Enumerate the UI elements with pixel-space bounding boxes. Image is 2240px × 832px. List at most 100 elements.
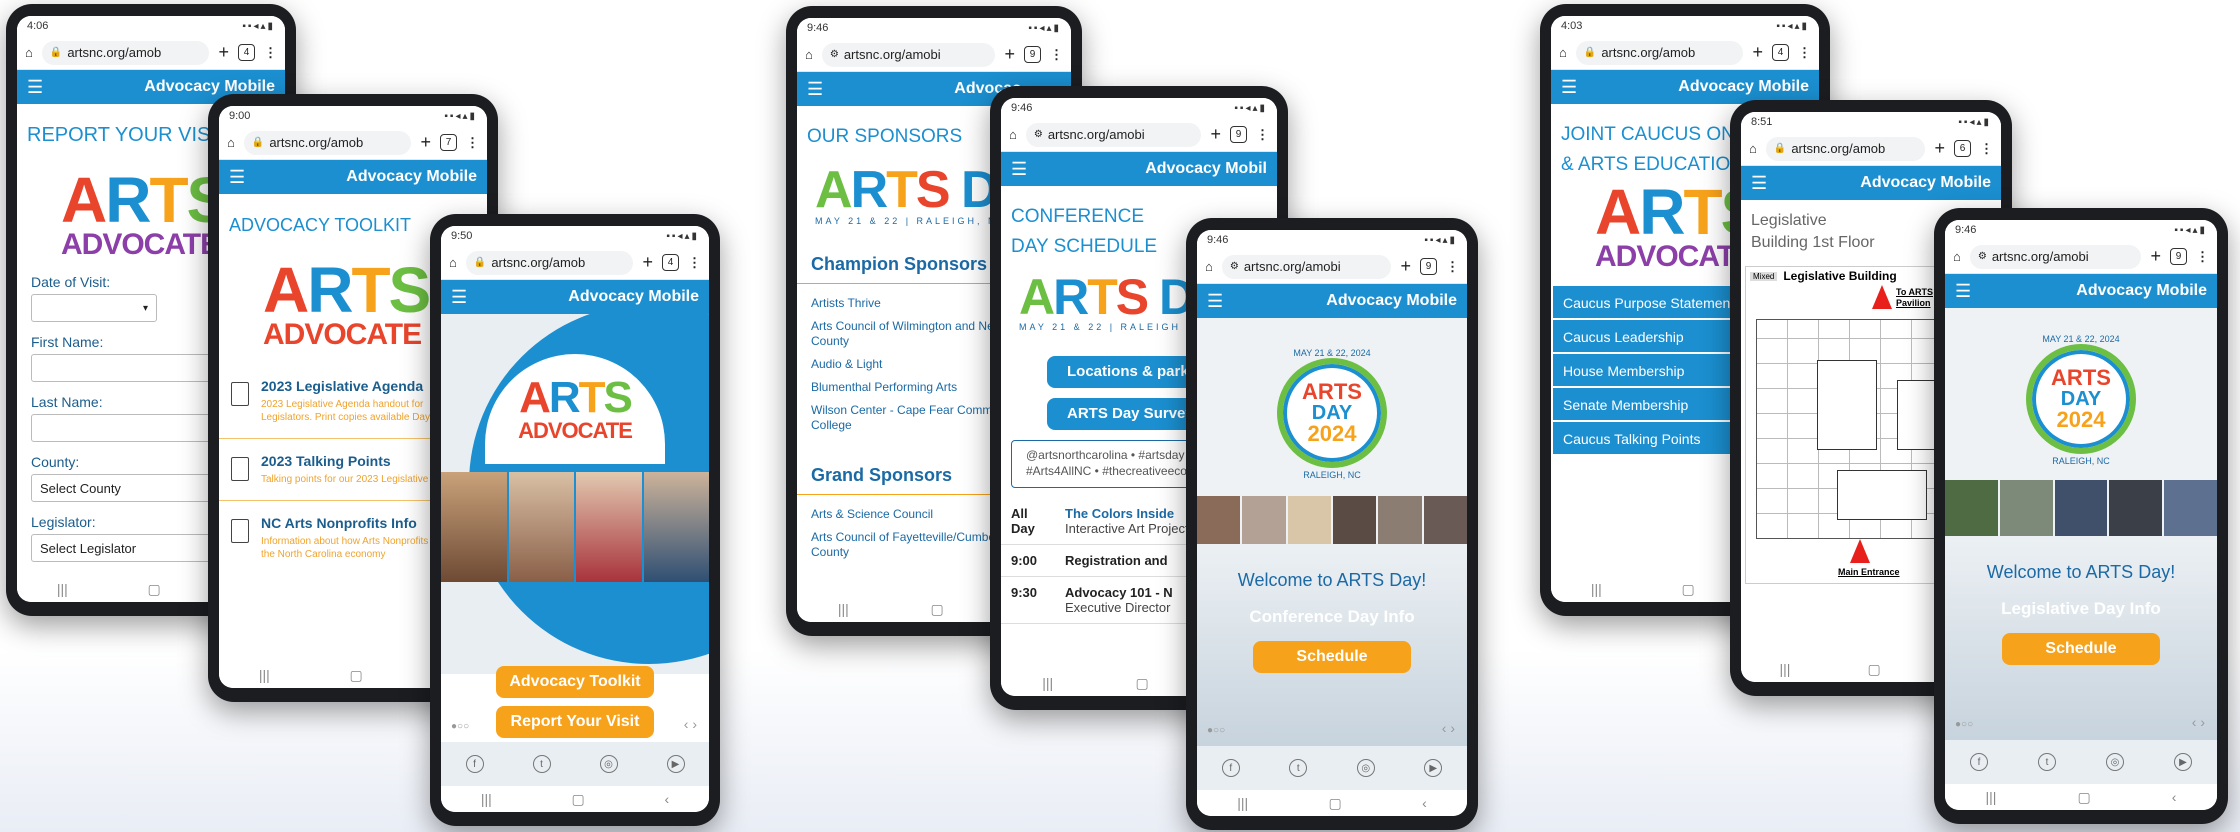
caucus-menu-item[interactable]: House Membership (1553, 354, 1731, 388)
recents-button[interactable]: ||| (1591, 581, 1602, 597)
home-icon[interactable]: ⌂ (1749, 141, 1757, 156)
new-tab-icon[interactable]: + (420, 132, 431, 153)
carousel-arrows[interactable]: ‹ › (1442, 720, 1455, 736)
home-button[interactable]: ▢ (1329, 795, 1342, 812)
recents-button[interactable]: ||| (481, 791, 492, 807)
youtube-icon[interactable]: ▶ (2174, 753, 2192, 771)
instagram-icon[interactable]: ◎ (599, 755, 618, 773)
home-icon[interactable]: ⌂ (25, 45, 33, 60)
url-field[interactable]: 🔒 artsnc.org/amob (243, 130, 412, 155)
caucus-menu-item[interactable]: Caucus Purpose Statement (1553, 286, 1734, 320)
carousel-dots[interactable]: ●○○ (451, 721, 469, 732)
more-menu-icon[interactable]: ⋮ (1446, 259, 1459, 275)
tab-count-icon[interactable]: 9 (2170, 248, 2187, 265)
twitter-icon[interactable]: t (532, 755, 551, 773)
tab-count-icon[interactable]: 9 (1420, 258, 1437, 275)
new-tab-icon[interactable]: + (218, 42, 229, 63)
url-field[interactable]: ⚙ artsnc.org/amobi (1969, 244, 2142, 269)
home-icon[interactable]: ⌂ (1009, 127, 1017, 142)
report-visit-button[interactable]: Report Your Visit (496, 706, 654, 738)
home-button[interactable]: ▢ (931, 601, 944, 618)
more-menu-icon[interactable]: ⋮ (466, 135, 479, 151)
home-button[interactable]: ▢ (572, 791, 585, 808)
more-menu-icon[interactable]: ⋮ (2196, 249, 2209, 265)
menu-icon[interactable]: ☰ (27, 77, 43, 98)
menu-icon[interactable]: ☰ (1955, 281, 1971, 302)
home-button[interactable]: ▢ (148, 581, 161, 598)
tab-count-icon[interactable]: 4 (238, 44, 255, 61)
schedule-button[interactable]: Schedule (1253, 641, 1411, 673)
carousel-dots[interactable]: ●○○ (1955, 719, 1973, 730)
tab-count-icon[interactable]: 9 (1024, 46, 1041, 63)
instagram-icon[interactable]: ◎ (1356, 759, 1375, 777)
new-tab-icon[interactable]: + (1752, 42, 1763, 63)
url-field[interactable]: ⚙ artsnc.org/amobi (1221, 254, 1392, 279)
menu-icon[interactable]: ☰ (229, 167, 245, 188)
recents-button[interactable]: ||| (1780, 661, 1791, 677)
new-tab-icon[interactable]: + (1210, 124, 1221, 145)
menu-icon[interactable]: ☰ (451, 287, 467, 308)
recents-button[interactable]: ||| (838, 601, 849, 617)
home-button[interactable]: ▢ (2077, 789, 2090, 806)
caucus-menu-item[interactable]: Senate Membership (1553, 388, 1731, 422)
facebook-icon[interactable]: f (1970, 753, 1988, 771)
instagram-icon[interactable]: ◎ (2106, 753, 2124, 771)
url-field[interactable]: ⚙ artsnc.org/amobi (821, 42, 996, 67)
caucus-menu-item[interactable]: Caucus Leadership (1553, 320, 1731, 354)
url-field[interactable]: 🔒 artsnc.org/amob (465, 250, 634, 275)
home-icon[interactable]: ⌂ (1953, 249, 1961, 264)
back-button[interactable]: ‹ (664, 791, 669, 807)
more-menu-icon[interactable]: ⋮ (1798, 45, 1811, 61)
home-icon[interactable]: ⌂ (805, 47, 813, 62)
date-field[interactable]: ▾ (31, 294, 157, 322)
more-menu-icon[interactable]: ⋮ (1050, 47, 1063, 63)
tab-count-icon[interactable]: 7 (440, 134, 457, 151)
recents-button[interactable]: ||| (1042, 675, 1053, 691)
menu-icon[interactable]: ☰ (807, 79, 823, 100)
twitter-icon[interactable]: t (1289, 759, 1308, 777)
new-tab-icon[interactable]: + (1004, 44, 1015, 65)
back-button[interactable]: ‹ (2172, 789, 2177, 805)
menu-icon[interactable]: ☰ (1751, 173, 1767, 194)
url-field[interactable]: 🔒 artsnc.org/amob (1575, 40, 1744, 65)
more-menu-icon[interactable]: ⋮ (1256, 127, 1269, 143)
facebook-icon[interactable]: f (465, 755, 484, 773)
url-field[interactable]: 🔒 artsnc.org/amob (1765, 136, 1926, 161)
schedule-button[interactable]: Schedule (2002, 633, 2160, 665)
carousel-arrows[interactable]: ‹ › (2192, 714, 2205, 730)
back-button[interactable]: ‹ (1422, 795, 1427, 811)
recents-button[interactable]: ||| (259, 667, 270, 683)
home-button[interactable]: ▢ (350, 667, 363, 684)
tab-count-icon[interactable]: 6 (1954, 140, 1971, 157)
tab-count-icon[interactable]: 9 (1230, 126, 1247, 143)
home-icon[interactable]: ⌂ (227, 135, 235, 150)
home-icon[interactable]: ⌂ (449, 255, 457, 270)
recents-button[interactable]: ||| (1986, 789, 1997, 805)
youtube-icon[interactable]: ▶ (1424, 759, 1443, 777)
home-button[interactable]: ▢ (1682, 581, 1695, 598)
home-button[interactable]: ▢ (1136, 675, 1149, 692)
tab-count-icon[interactable]: 4 (662, 254, 679, 271)
carousel-arrows[interactable]: ‹ › (684, 716, 697, 732)
url-field[interactable]: 🔒 artsnc.org/amob (41, 40, 210, 65)
new-tab-icon[interactable]: + (2150, 246, 2161, 267)
home-icon[interactable]: ⌂ (1205, 259, 1213, 274)
more-menu-icon[interactable]: ⋮ (1980, 141, 1993, 157)
new-tab-icon[interactable]: + (642, 252, 653, 273)
more-menu-icon[interactable]: ⋮ (688, 255, 701, 271)
new-tab-icon[interactable]: + (1400, 256, 1411, 277)
menu-icon[interactable]: ☰ (1561, 77, 1577, 98)
carousel-dots[interactable]: ●○○ (1207, 725, 1225, 736)
home-button[interactable]: ▢ (1867, 661, 1880, 678)
twitter-icon[interactable]: t (2038, 753, 2056, 771)
more-menu-icon[interactable]: ⋮ (264, 45, 277, 61)
advocacy-toolkit-button[interactable]: Advocacy Toolkit (496, 666, 654, 698)
recents-button[interactable]: ||| (1237, 795, 1248, 811)
facebook-icon[interactable]: f (1221, 759, 1240, 777)
menu-icon[interactable]: ☰ (1207, 291, 1223, 312)
youtube-icon[interactable]: ▶ (666, 755, 685, 773)
home-icon[interactable]: ⌂ (1559, 45, 1567, 60)
tab-count-icon[interactable]: 4 (1772, 44, 1789, 61)
new-tab-icon[interactable]: + (1934, 138, 1945, 159)
recents-button[interactable]: ||| (57, 581, 68, 597)
